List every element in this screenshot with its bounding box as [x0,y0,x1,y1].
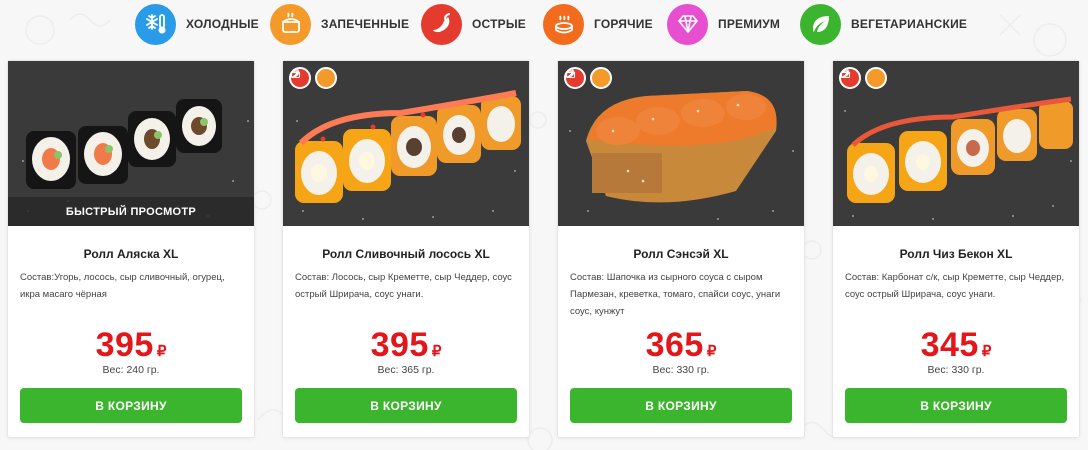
diamond-icon [667,3,708,45]
category-premium[interactable]: ПРЕМИУМ [667,3,780,45]
product-card[interactable]: Ролл Сливочный лосось XL Состав: Лосось,… [282,60,530,438]
category-label: ПРЕМИУМ [718,17,781,31]
product-price: 395 ₽ [8,326,254,365]
product-card[interactable]: Ролл Сэнсэй XL Состав: Шапочка из сырног… [557,60,805,438]
category-spicy[interactable]: ОСТРЫЕ [421,3,526,45]
category-label: ЗАПЕЧЕННЫЕ [321,17,410,31]
add-to-cart-button[interactable]: В КОРЗИНУ [845,388,1067,423]
product-weight: Вес: 240 гр. [102,364,160,376]
product-description: Состав:Угорь, лосось, сыр сливочный, огу… [20,272,225,300]
category-label: ГОРЯЧИЕ [594,17,653,31]
baked-roll-icon [840,67,887,89]
price-value: 365 [645,326,704,364]
hot-roll-icon [543,3,584,45]
currency-symbol: ₽ [706,343,717,360]
category-label: ВЕГЕТАРИАНСКИЕ [851,17,968,31]
product-weight: Вес: 330 гр. [927,364,985,376]
product-name[interactable]: Ролл Сэнсэй XL [558,247,804,261]
baked-roll-icon [270,3,311,45]
price-value: 395 [95,326,154,364]
product-name[interactable]: Ролл Чиз Бекон XL [833,247,1079,261]
product-photo[interactable] [283,61,529,226]
product-description: Состав: Шапочка из сырного соуса с сыром… [570,272,781,317]
add-to-cart-button[interactable]: В КОРЗИНУ [570,388,792,423]
currency-symbol: ₽ [431,343,442,360]
baked-roll-icon [290,67,337,89]
add-to-cart-button[interactable]: В КОРЗИНУ [20,388,242,423]
currency-symbol: ₽ [156,343,167,360]
product-photo[interactable] [558,61,804,226]
snowflake-thermometer-icon [135,3,176,45]
currency-symbol: ₽ [981,343,992,360]
category-hot[interactable]: ГОРЯЧИЕ [543,3,653,45]
quick-view-button[interactable]: БЫСТРЫЙ ПРОСМОТР [8,197,254,226]
product-name[interactable]: Ролл Сливочный лосось XL [283,247,529,261]
add-to-cart-button[interactable]: В КОРЗИНУ [295,388,517,423]
product-name[interactable]: Ролл Аляска XL [8,247,254,261]
product-weight: Вес: 365 гр. [377,364,435,376]
category-label: ОСТРЫЕ [472,17,526,31]
product-badges [839,67,887,89]
product-weight: Вес: 330 гр. [652,364,710,376]
category-baked[interactable]: ЗАПЕЧЕННЫЕ [270,3,409,45]
category-label: ХОЛОДНЫЕ [186,17,259,31]
product-card[interactable]: БЫСТРЫЙ ПРОСМОТР Ролл Аляска XL Состав:У… [7,60,255,438]
product-description: Состав: Лосось, сыр Креметте, сыр Чеддер… [295,272,512,300]
product-description: Состав: Карбонат с/к, сыр Креметте, сыр … [845,272,1065,300]
category-vegetarian[interactable]: ВЕГЕТАРИАНСКИЕ [800,3,967,45]
product-price: 345 ₽ [833,326,1079,365]
price-value: 395 [370,326,429,364]
product-price: 365 ₽ [558,326,804,365]
category-cold[interactable]: ХОЛОДНЫЕ [135,3,259,45]
baked-roll-icon [565,67,612,89]
price-value: 345 [920,326,979,364]
product-card[interactable]: Ролл Чиз Бекон XL Состав: Карбонат с/к, … [832,60,1080,438]
category-bar: ХОЛОДНЫЕ ЗАПЕЧЕННЫЕ ОСТРЫЕ ГОРЯЧИЕ ПРЕМИ… [0,0,1088,50]
product-photo[interactable] [833,61,1079,226]
leaf-icon [800,3,841,45]
product-photo[interactable]: БЫСТРЫЙ ПРОСМОТР [8,61,254,226]
chili-pepper-icon [421,3,462,45]
product-badges [564,67,612,89]
product-price: 395 ₽ [283,326,529,365]
product-badges [289,67,337,89]
